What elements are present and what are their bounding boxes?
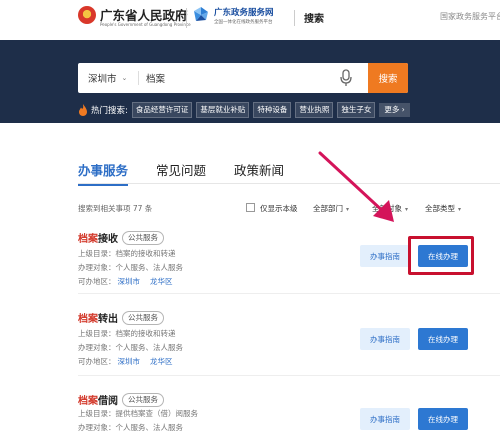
- hot-search-row: 热门搜索: 食品经营许可证 基层就业补贴 特种设备 营业执照 独生子女 更多 ›: [78, 102, 410, 118]
- site-header: 广东省人民政府 People's Government of Guangdong…: [0, 0, 500, 40]
- area-district-link[interactable]: 龙华区: [150, 277, 173, 286]
- page: 广东省人民政府 People's Government of Guangdong…: [0, 0, 500, 441]
- portal-subtitle: 全国一体化在线政务服务平台: [214, 20, 273, 25]
- item-parent: 上级目录：档案的接收和转递: [78, 329, 176, 338]
- header-divider: [186, 8, 187, 28]
- hot-tag[interactable]: 独生子女: [337, 102, 376, 118]
- city-select-value: 深圳市: [88, 74, 117, 85]
- type-filter-label: 全部类型: [425, 204, 455, 213]
- item-area-label: 可办地区：: [78, 357, 116, 366]
- target-filter[interactable]: 全部对象 ▾: [372, 203, 408, 214]
- chevron-down-icon: ▾: [458, 206, 462, 213]
- local-only-checkbox[interactable]: [246, 203, 255, 212]
- hot-tag[interactable]: 特种设备: [253, 102, 292, 118]
- service-type-badge: 公共服务: [122, 392, 164, 407]
- search-banner: 深圳市 ⌄ 搜索 热门搜索: 食品经营许可证 基层就业补贴 特种设备 营业执照 …: [0, 40, 500, 123]
- chevron-down-icon: ▾: [405, 206, 409, 213]
- item-title-highlight: 档案: [78, 234, 98, 245]
- item-area: 可办地区： 深圳市 龙华区: [78, 276, 181, 287]
- item-title[interactable]: 档案 接收 公共服务: [78, 230, 164, 245]
- gov-subtitle: People's Government of Guangdong Provinc…: [100, 22, 191, 27]
- chevron-down-icon: ⌄: [121, 74, 128, 82]
- item-title-highlight: 档案: [78, 314, 98, 325]
- item-area: 可办地区： 深圳市 龙华区: [78, 356, 181, 367]
- portal-logo-icon: [194, 7, 208, 21]
- item-title-rest: 借阅: [98, 396, 118, 407]
- hot-search-label: 热门搜索:: [91, 106, 128, 116]
- tabs-divider: [78, 183, 500, 184]
- item-parent: 上级目录：提供档案查（借）阅服务: [78, 409, 198, 418]
- item-target: 办理对象：个人服务、法人服务: [78, 343, 183, 352]
- search-bar: 深圳市 ⌄ 搜索: [78, 63, 408, 93]
- local-only-label[interactable]: 仅显示本级: [260, 203, 298, 214]
- area-city-link[interactable]: 深圳市: [118, 277, 141, 286]
- item-title[interactable]: 档案 借阅 公共服务: [78, 392, 164, 407]
- type-filter[interactable]: 全部类型 ▾: [425, 203, 461, 214]
- online-apply-button[interactable]: 在线办理: [418, 328, 468, 350]
- online-apply-button[interactable]: 在线办理: [418, 408, 468, 430]
- item-title-highlight: 档案: [78, 396, 98, 407]
- service-type-badge: 公共服务: [122, 230, 164, 245]
- more-hot-button[interactable]: 更多 ›: [379, 103, 410, 117]
- item-target: 办理对象：个人服务、法人服务: [78, 263, 183, 272]
- hot-tag[interactable]: 营业执照: [295, 102, 334, 118]
- item-title-rest: 转出: [98, 314, 118, 325]
- item-parent: 上级目录：档案的接收和转递: [78, 249, 176, 258]
- city-select[interactable]: 深圳市 ⌄: [88, 63, 127, 93]
- result-count: 搜索到相关事项 77 条: [78, 204, 153, 213]
- dept-filter[interactable]: 全部部门 ▾: [313, 203, 349, 214]
- service-type-badge: 公共服务: [122, 310, 164, 325]
- guide-button[interactable]: 办事指南: [360, 245, 410, 267]
- guide-button[interactable]: 办事指南: [360, 328, 410, 350]
- chevron-down-icon: ▾: [346, 206, 350, 213]
- flame-icon: [79, 104, 87, 116]
- national-emblem-icon: [78, 6, 96, 24]
- national-platform-link[interactable]: 国家政务服务平台: [440, 11, 500, 22]
- item-title-rest: 接收: [98, 234, 118, 245]
- item-title[interactable]: 档案 转出 公共服务: [78, 310, 164, 325]
- search-input[interactable]: [146, 68, 326, 88]
- item-target: 办理对象：个人服务、法人服务: [78, 423, 183, 432]
- microphone-icon[interactable]: [339, 69, 353, 87]
- area-city-link[interactable]: 深圳市: [118, 357, 141, 366]
- item-divider: [78, 293, 500, 294]
- area-district-link[interactable]: 龙华区: [150, 357, 173, 366]
- item-divider: [78, 375, 500, 376]
- dept-filter-label: 全部部门: [313, 204, 343, 213]
- annotation-highlight-box: [408, 236, 474, 275]
- guide-button[interactable]: 办事指南: [360, 408, 410, 430]
- target-filter-label: 全部对象: [372, 204, 402, 213]
- search-button[interactable]: 搜索: [368, 63, 408, 93]
- hot-tag[interactable]: 基层就业补贴: [196, 102, 250, 118]
- hot-tag[interactable]: 食品经营许可证: [131, 102, 193, 118]
- item-area-label: 可办地区：: [78, 277, 116, 286]
- search-divider: [138, 71, 139, 85]
- header-divider: [294, 10, 295, 26]
- portal-title[interactable]: 广东政务服务网: [214, 6, 274, 18]
- search-section-label: 搜索: [304, 14, 324, 25]
